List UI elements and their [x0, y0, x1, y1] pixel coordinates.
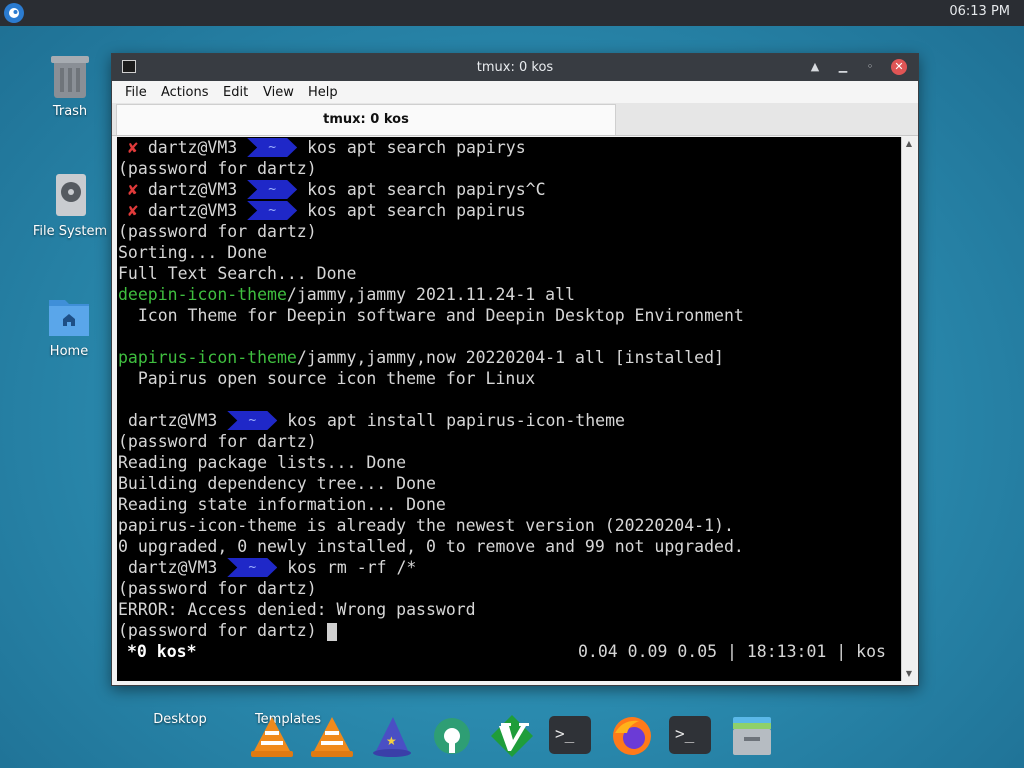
terminal-line: (password for dartz)	[118, 159, 317, 178]
password-prompt: (password for dartz)	[118, 621, 327, 640]
desktop-icon-label: File System	[32, 224, 108, 239]
package-name: papirus-icon-theme	[118, 348, 297, 367]
fail-mark: ✘	[127, 180, 138, 199]
terminal-line: (password for dartz)	[118, 620, 337, 641]
command-text: kos apt install papirus-icon-theme	[287, 411, 625, 430]
tab-bar: tmux: 0 kos	[112, 103, 918, 136]
terminal-icon[interactable]: >_	[549, 713, 595, 759]
terminal-line: ✘ dartz@VM3 ~ kos apt search papirus	[118, 200, 526, 221]
terminal-line: Full Text Search... Done	[118, 264, 357, 283]
dock: ★ >_ >_	[0, 705, 1024, 768]
terminal-line: Icon Theme for Deepin software and Deepi…	[118, 306, 744, 325]
command-text: kos rm -rf /*	[287, 558, 417, 577]
prompt-dir-badge: ~	[247, 180, 298, 199]
terminal-line: Sorting... Done	[118, 243, 268, 262]
scroll-up-icon[interactable]: ▲	[902, 137, 916, 151]
menu-edit[interactable]: Edit	[223, 85, 248, 100]
terminal-scrollbar[interactable]: ▲ ▼	[901, 137, 916, 681]
menubar: File Actions Edit View Help	[112, 81, 918, 103]
prompt-dir-badge: ~	[247, 201, 298, 220]
text-cursor	[326, 622, 337, 641]
svg-text:★: ★	[386, 734, 397, 748]
window-title: tmux: 0 kos	[476, 60, 554, 75]
trash-icon	[46, 52, 94, 100]
terminal-line: Papirus open source icon theme for Linux	[118, 369, 536, 388]
terminal-line: papirus-icon-theme is already the newest…	[118, 516, 734, 535]
vlc-icon[interactable]	[309, 713, 355, 759]
prompt-dir-badge: ~	[247, 138, 298, 157]
prompt-user: dartz@VM3	[147, 201, 238, 220]
close-icon[interactable]: ✕	[891, 59, 907, 75]
terminal-line: Building dependency tree... Done	[118, 474, 436, 493]
prompt-dir-badge: ~	[227, 411, 278, 430]
application-menu-icon[interactable]	[4, 3, 24, 23]
menu-file[interactable]: File	[125, 85, 147, 100]
desktop-icon-label: Trash	[52, 104, 88, 119]
maximize-icon[interactable]: ◦	[862, 59, 878, 75]
package-info: /jammy,jammy 2021.11.24-1 all	[286, 285, 575, 304]
prompt-dir-badge: ~	[227, 558, 278, 577]
top-panel: 06:13 PM	[0, 0, 1024, 26]
tab-tmux[interactable]: tmux: 0 kos	[116, 104, 616, 135]
tmux-status-right: 0.04 0.09 0.05 | 18:13:01 | kos	[578, 642, 886, 661]
window-titlebar[interactable]: tmux: 0 kos ▲ ▁ ◦ ✕	[112, 54, 918, 81]
prompt-user: dartz@VM3	[147, 180, 238, 199]
menu-help[interactable]: Help	[308, 85, 338, 100]
terminal-line: dartz@VM3 ~ kos rm -rf /*	[118, 557, 416, 578]
package-name: deepin-icon-theme	[118, 285, 287, 304]
terminal-line: ERROR: Access denied: Wrong password	[118, 600, 476, 619]
prompt-user: dartz@VM3	[147, 138, 238, 157]
package-info: /jammy,jammy,now 20220204-1 all [install…	[296, 348, 724, 367]
terminal-icon[interactable]: >_	[669, 713, 715, 759]
shade-icon[interactable]: ▲	[807, 59, 823, 75]
terminal-line: (password for dartz)	[118, 222, 317, 241]
archive-manager-icon[interactable]	[729, 713, 775, 759]
firefox-icon[interactable]	[609, 713, 655, 759]
prompt-user: dartz@VM3	[127, 411, 218, 430]
desktop-icon-file-system[interactable]: File System	[25, 172, 115, 239]
fail-mark: ✘	[127, 201, 138, 220]
terminal-line: Reading package lists... Done	[118, 453, 407, 472]
terminal-line: ✘ dartz@VM3 ~ kos apt search papirys^C	[118, 179, 546, 200]
terminal-line: papirus-icon-theme/jammy,jammy,now 20220…	[118, 347, 724, 368]
minimize-icon[interactable]: ▁	[835, 59, 851, 75]
desktop-icon-trash[interactable]: Trash	[25, 52, 115, 119]
terminal-line: (password for dartz)	[118, 579, 317, 598]
terminal-window: tmux: 0 kos ▲ ▁ ◦ ✕ File Actions Edit Vi…	[111, 53, 919, 686]
wizard-hat-icon[interactable]: ★	[369, 713, 415, 759]
tmux-status-left: *0 kos*	[127, 642, 197, 661]
terminal-line: dartz@VM3 ~ kos apt install papirus-icon…	[118, 410, 625, 431]
settings-gear-icon[interactable]	[429, 713, 475, 759]
terminal-line: ✘ dartz@VM3 ~ kos apt search papirys	[118, 137, 526, 158]
vlc-icon[interactable]	[249, 713, 295, 759]
home-folder-icon	[45, 292, 93, 340]
command-text: kos apt search papirys	[307, 138, 526, 157]
terminal-line: deepin-icon-theme/jammy,jammy 2021.11.24…	[118, 284, 575, 305]
terminal-line: (password for dartz)	[118, 432, 317, 451]
vim-icon[interactable]	[489, 713, 535, 759]
desktop-icon-label: Home	[49, 344, 89, 359]
fail-mark: ✘	[127, 138, 138, 157]
scroll-down-icon[interactable]: ▼	[902, 667, 916, 681]
command-text: kos apt search papirus	[307, 201, 526, 220]
clock[interactable]: 06:13 PM	[949, 4, 1010, 19]
terminal-output[interactable]: ✘ dartz@VM3 ~ kos apt search papirys (pa…	[117, 137, 901, 681]
terminal-line: Reading state information... Done	[118, 495, 446, 514]
desktop-icon-home[interactable]: Home	[24, 292, 114, 359]
command-text: kos apt search papirys^C	[307, 180, 546, 199]
prompt-user: dartz@VM3	[127, 558, 218, 577]
drive-icon	[46, 172, 94, 220]
menu-view[interactable]: View	[263, 85, 294, 100]
menu-actions[interactable]: Actions	[161, 85, 209, 100]
terminal-line: 0 upgraded, 0 newly installed, 0 to remo…	[118, 537, 744, 556]
